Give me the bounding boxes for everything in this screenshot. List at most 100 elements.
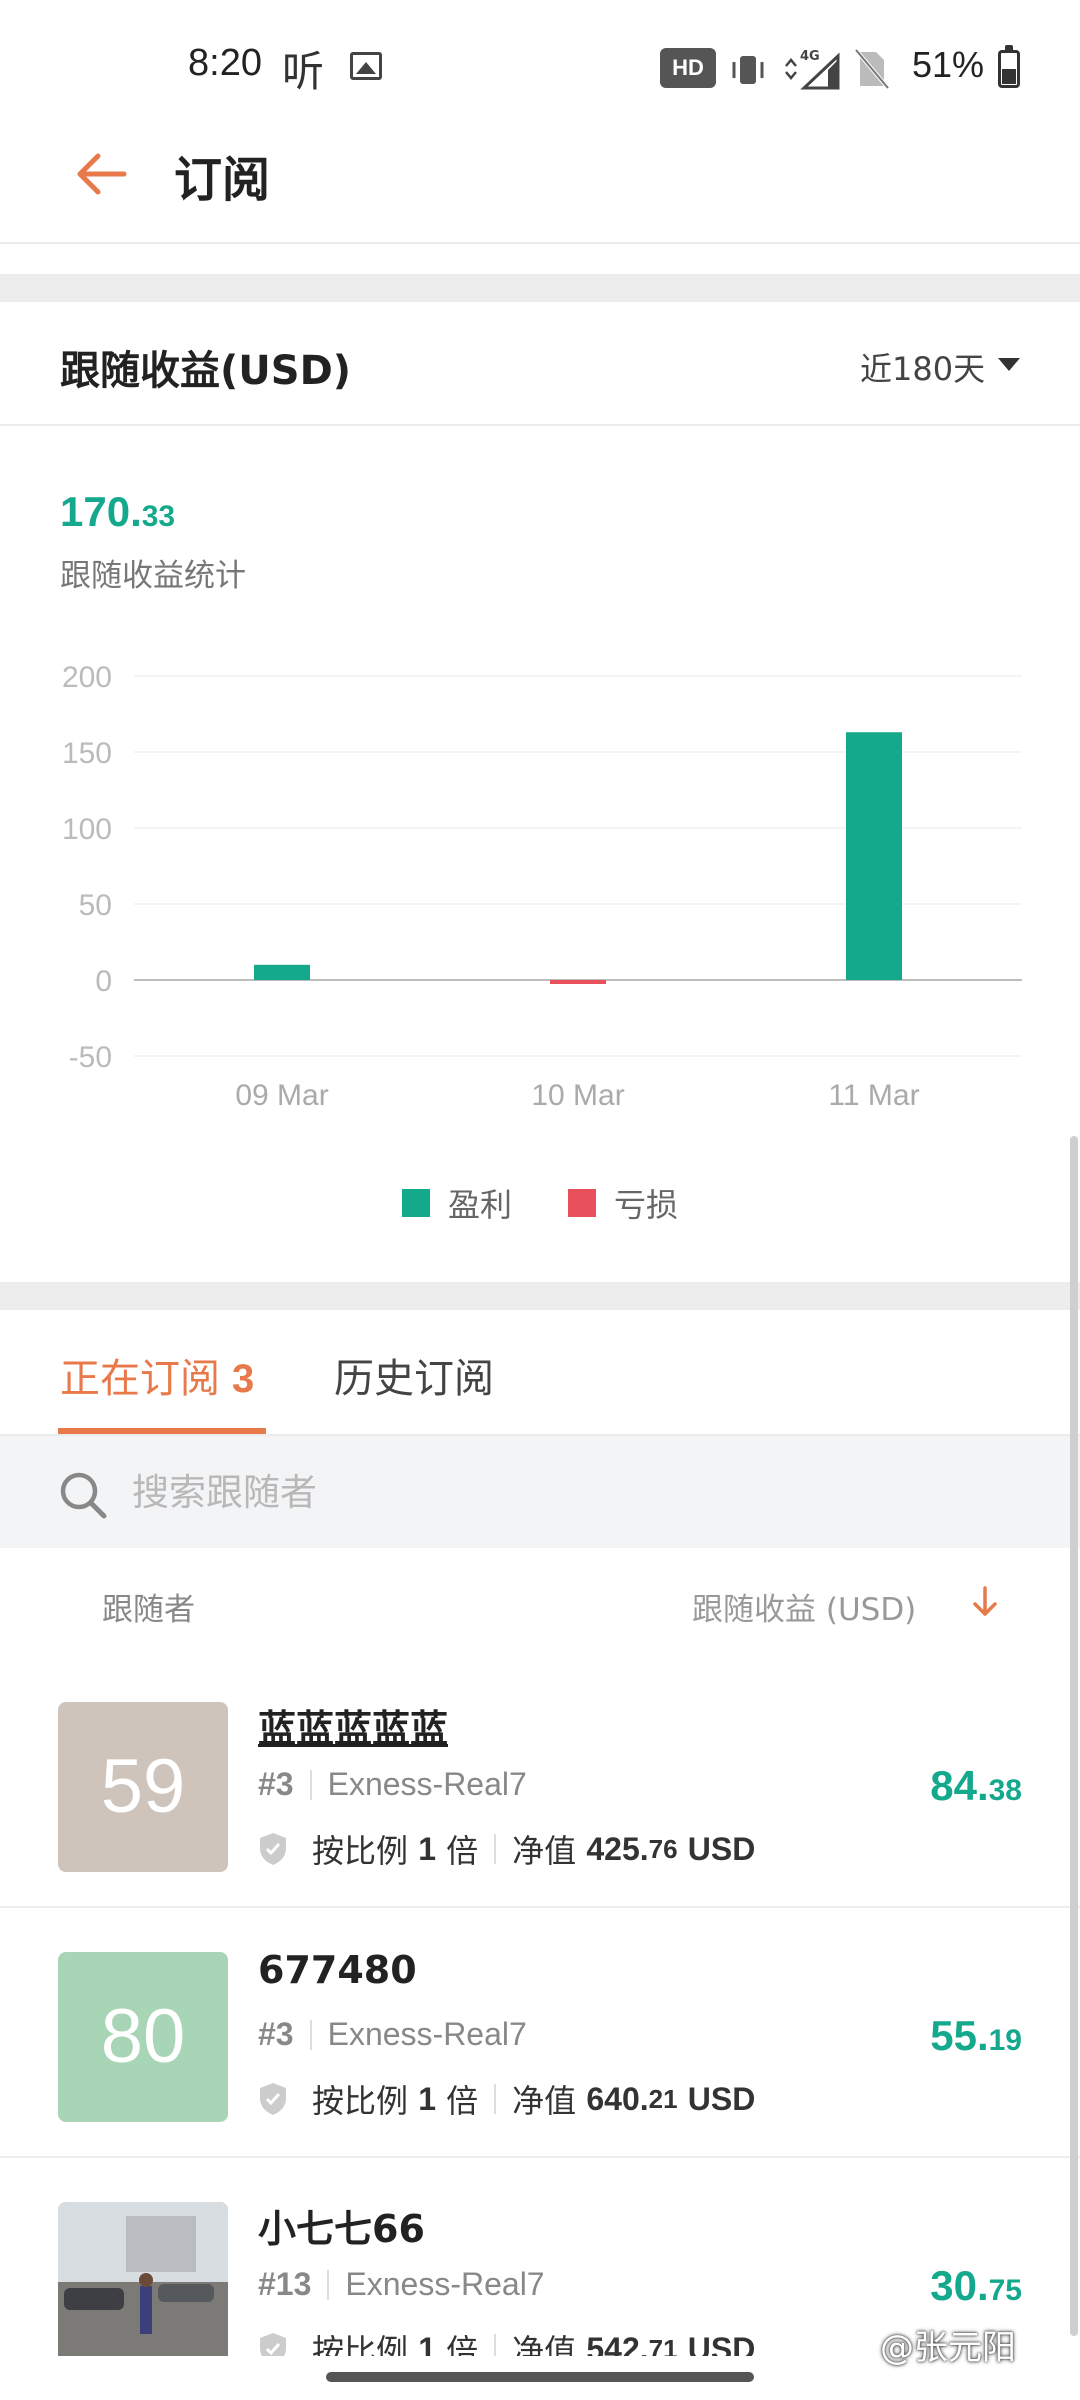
list-header: 跟随者 跟随收益 (USD) <box>0 1548 1080 1658</box>
chart-bar <box>254 964 310 980</box>
status-time: 8:20 <box>188 42 262 84</box>
profit-header: 跟随收益(USD) 近180天 <box>0 300 1080 426</box>
ratio-value: 1 <box>418 1830 436 1867</box>
legend-loss-swatch <box>568 1189 596 1217</box>
legend-profit: 盈利 <box>402 1180 512 1226</box>
divider <box>494 1834 497 1864</box>
legend-loss: 亏损 <box>568 1180 678 1226</box>
ratio-value: 1 <box>418 2080 436 2117</box>
legend-loss-label: 亏损 <box>614 1186 679 1224</box>
column-follower: 跟随者 <box>102 1592 195 1628</box>
search-input[interactable] <box>132 1464 1012 1520</box>
avatar: 80 <box>58 1952 228 2122</box>
y-tick-label: 50 <box>79 889 112 922</box>
avatar-photo <box>58 2202 228 2372</box>
y-tick-label: 0 <box>95 965 112 998</box>
period-selector[interactable]: 近180天 <box>860 344 985 390</box>
section-divider <box>0 274 1080 302</box>
follower-rank: #3 <box>258 1766 294 1802</box>
follower-profit: 30.75 <box>930 2262 1022 2309</box>
divider <box>327 2269 330 2300</box>
divider <box>494 2084 497 2114</box>
equity-unit: USD <box>687 2080 756 2117</box>
follower-row[interactable]: 59 蓝蓝蓝蓝蓝 #3 Exness-Real7 按比例 1 倍 净值 425.… <box>0 1658 1080 1908</box>
equity-label: 净值 <box>512 1832 577 1870</box>
x-tick-label: 10 Mar <box>531 1079 624 1112</box>
follower-server: Exness-Real7 <box>345 2266 545 2302</box>
total-profit: 170.33 <box>60 488 176 535</box>
page-title: 订阅 <box>174 152 271 208</box>
follower-profit: 84.38 <box>930 1762 1022 1809</box>
follower-info: 按比例 1 倍 净值 425. 76 USD <box>258 1826 755 1872</box>
follower-server: Exness-Real7 <box>327 1766 527 1802</box>
search-icon <box>60 1472 107 1519</box>
vibrate-icon <box>732 56 764 84</box>
equity-dec: 21 <box>648 2083 678 2114</box>
ratio-unit: 倍 <box>446 1832 479 1870</box>
gallery-icon <box>350 52 382 80</box>
home-indicator[interactable] <box>326 2372 754 2382</box>
signal-4g-icon: 4G <box>785 49 840 90</box>
divider <box>309 1769 312 1800</box>
svg-text:4G: 4G <box>800 49 820 64</box>
battery-icon <box>998 45 1020 88</box>
section-divider <box>0 1282 1080 1310</box>
chart-bar <box>846 732 902 980</box>
sort-down-arrow-icon[interactable] <box>970 1582 1000 1622</box>
shield-icon <box>260 2083 286 2115</box>
app-header: 订阅 <box>0 104 1080 244</box>
chart-legend: 盈利 亏损 <box>0 1180 1080 1230</box>
profit-title: 跟随收益(USD) <box>60 348 352 394</box>
y-tick-label: 100 <box>62 813 112 846</box>
ratio-label: 按比例 <box>312 2082 409 2120</box>
x-tick-label: 09 Mar <box>235 1079 328 1112</box>
total-profit-label: 跟随收益统计 <box>60 558 246 594</box>
tab-current-subscriptions[interactable]: 正在订阅 3 <box>60 1346 254 1404</box>
scrollbar[interactable] <box>1070 1136 1078 2336</box>
no-sim-icon <box>854 48 890 90</box>
y-tick-label: 200 <box>62 661 112 694</box>
profit-bar-chart: 200 150 100 50 0 -50 09 Mar 10 Mar 11 Mar <box>62 661 1022 1112</box>
follower-meta: #3 Exness-Real7 <box>258 2016 527 2053</box>
equity-dec: 76 <box>648 1833 678 1864</box>
tab-current-count: 3 <box>232 1357 255 1401</box>
legend-profit-swatch <box>402 1189 430 1217</box>
hd-icon: HD <box>660 48 716 88</box>
y-tick-label: 150 <box>62 737 112 770</box>
active-tab-indicator <box>58 1428 266 1434</box>
ting-icon: 听 <box>282 47 325 96</box>
follower-rank: #3 <box>258 2016 294 2052</box>
column-profit[interactable]: 跟随收益 (USD) <box>692 1584 916 1629</box>
search-bar <box>0 1436 1080 1548</box>
status-bar: 8:20 听 HD 4G 51% <box>0 0 1080 104</box>
ratio-unit: 倍 <box>446 2082 479 2120</box>
follower-rank: #13 <box>258 2266 312 2302</box>
equity-int: 640. <box>586 2080 649 2117</box>
period-dropdown-icon[interactable] <box>998 358 1020 371</box>
subscription-tabs: 正在订阅 3 历史订阅 <box>0 1310 1080 1436</box>
tab-history-subscriptions[interactable]: 历史订阅 <box>334 1346 494 1404</box>
follower-meta: #13 Exness-Real7 <box>258 2266 545 2303</box>
tab-current-label: 正在订阅 <box>60 1356 220 1402</box>
avatar <box>58 2202 228 2372</box>
shield-icon <box>260 1833 286 1865</box>
follower-name[interactable]: 小七七66 <box>258 2198 425 2253</box>
follower-server: Exness-Real7 <box>327 2016 527 2052</box>
avatar: 59 <box>58 1702 228 1872</box>
follower-row[interactable]: 80 677480 #3 Exness-Real7 按比例 1 倍 净值 640… <box>0 1908 1080 2158</box>
follower-profit: 55.19 <box>930 2012 1022 2059</box>
ratio-label: 按比例 <box>312 1832 409 1870</box>
back-arrow-icon[interactable] <box>72 144 132 204</box>
y-tick-label: -50 <box>69 1041 112 1074</box>
legend-profit-label: 盈利 <box>448 1186 513 1224</box>
battery-text: 51% <box>912 44 985 85</box>
x-tick-label: 11 Mar <box>828 1079 919 1112</box>
watermark: @张元阳 <box>880 2328 1016 2368</box>
equity-label: 净值 <box>512 2082 577 2120</box>
follower-meta: #3 Exness-Real7 <box>258 1766 527 1803</box>
equity-int: 425. <box>586 1830 649 1867</box>
chart-bar <box>550 980 606 984</box>
follower-info: 按比例 1 倍 净值 640. 21 USD <box>258 2076 755 2122</box>
follower-name[interactable]: 677480 <box>258 1948 417 1992</box>
follower-name[interactable]: 蓝蓝蓝蓝蓝 <box>258 1698 448 1753</box>
